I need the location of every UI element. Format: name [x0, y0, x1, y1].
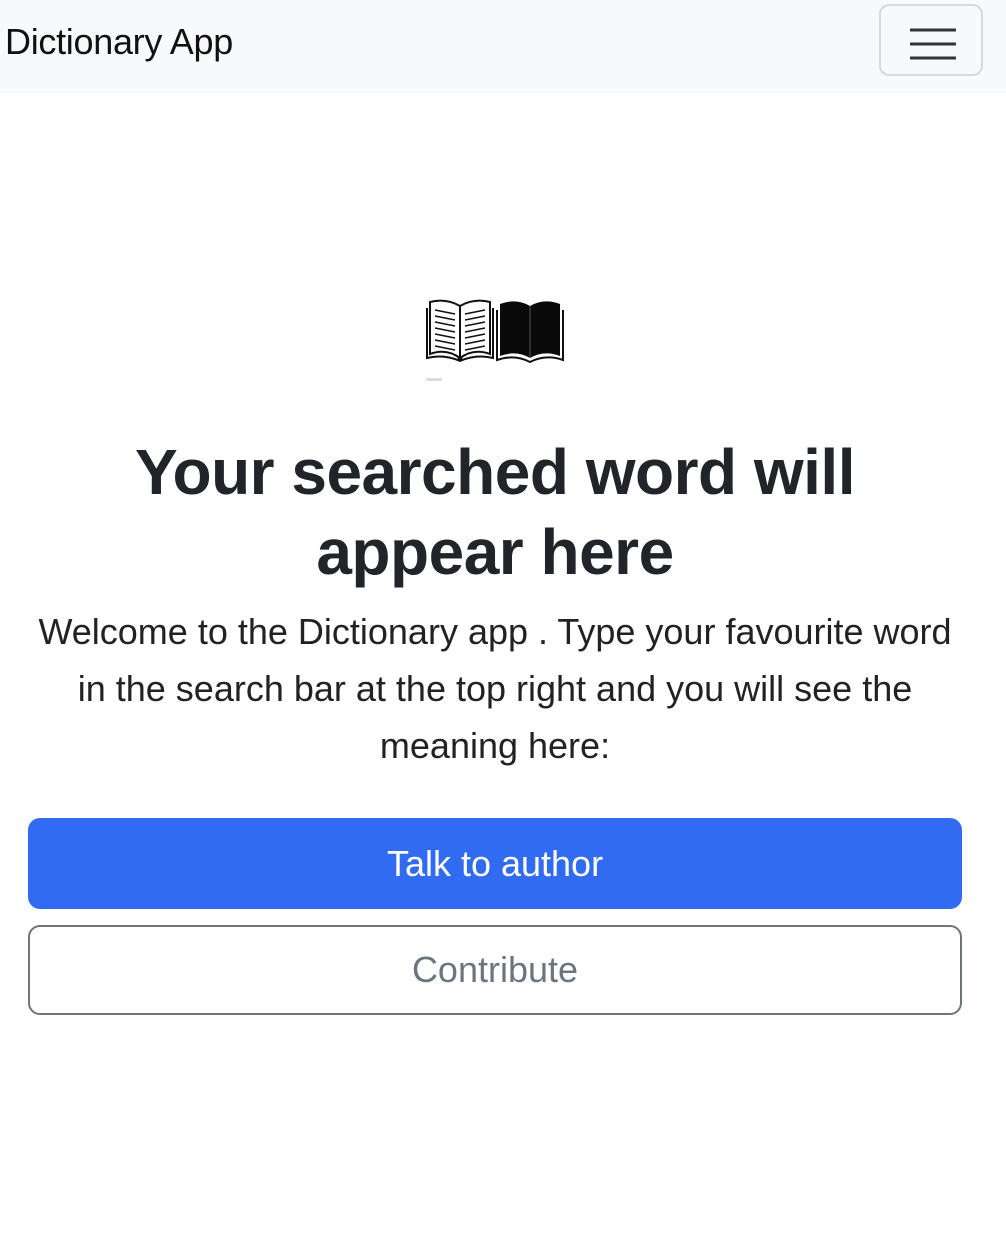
contribute-button[interactable]: Contribute — [28, 925, 962, 1015]
page-heading: Your searched word will appear here — [135, 436, 855, 588]
welcome-description: Welcome to the Dictionary app . Type you… — [38, 611, 952, 766]
talk-to-author-button[interactable]: Talk to author — [28, 818, 962, 909]
navbar: Dictionary App — [0, 0, 1006, 94]
brand-link[interactable]: Dictionary App — [5, 18, 233, 66]
open-book-icon — [426, 299, 564, 381]
menu-toggle-button[interactable] — [879, 4, 983, 76]
hamburger-menu-icon — [910, 28, 956, 60]
